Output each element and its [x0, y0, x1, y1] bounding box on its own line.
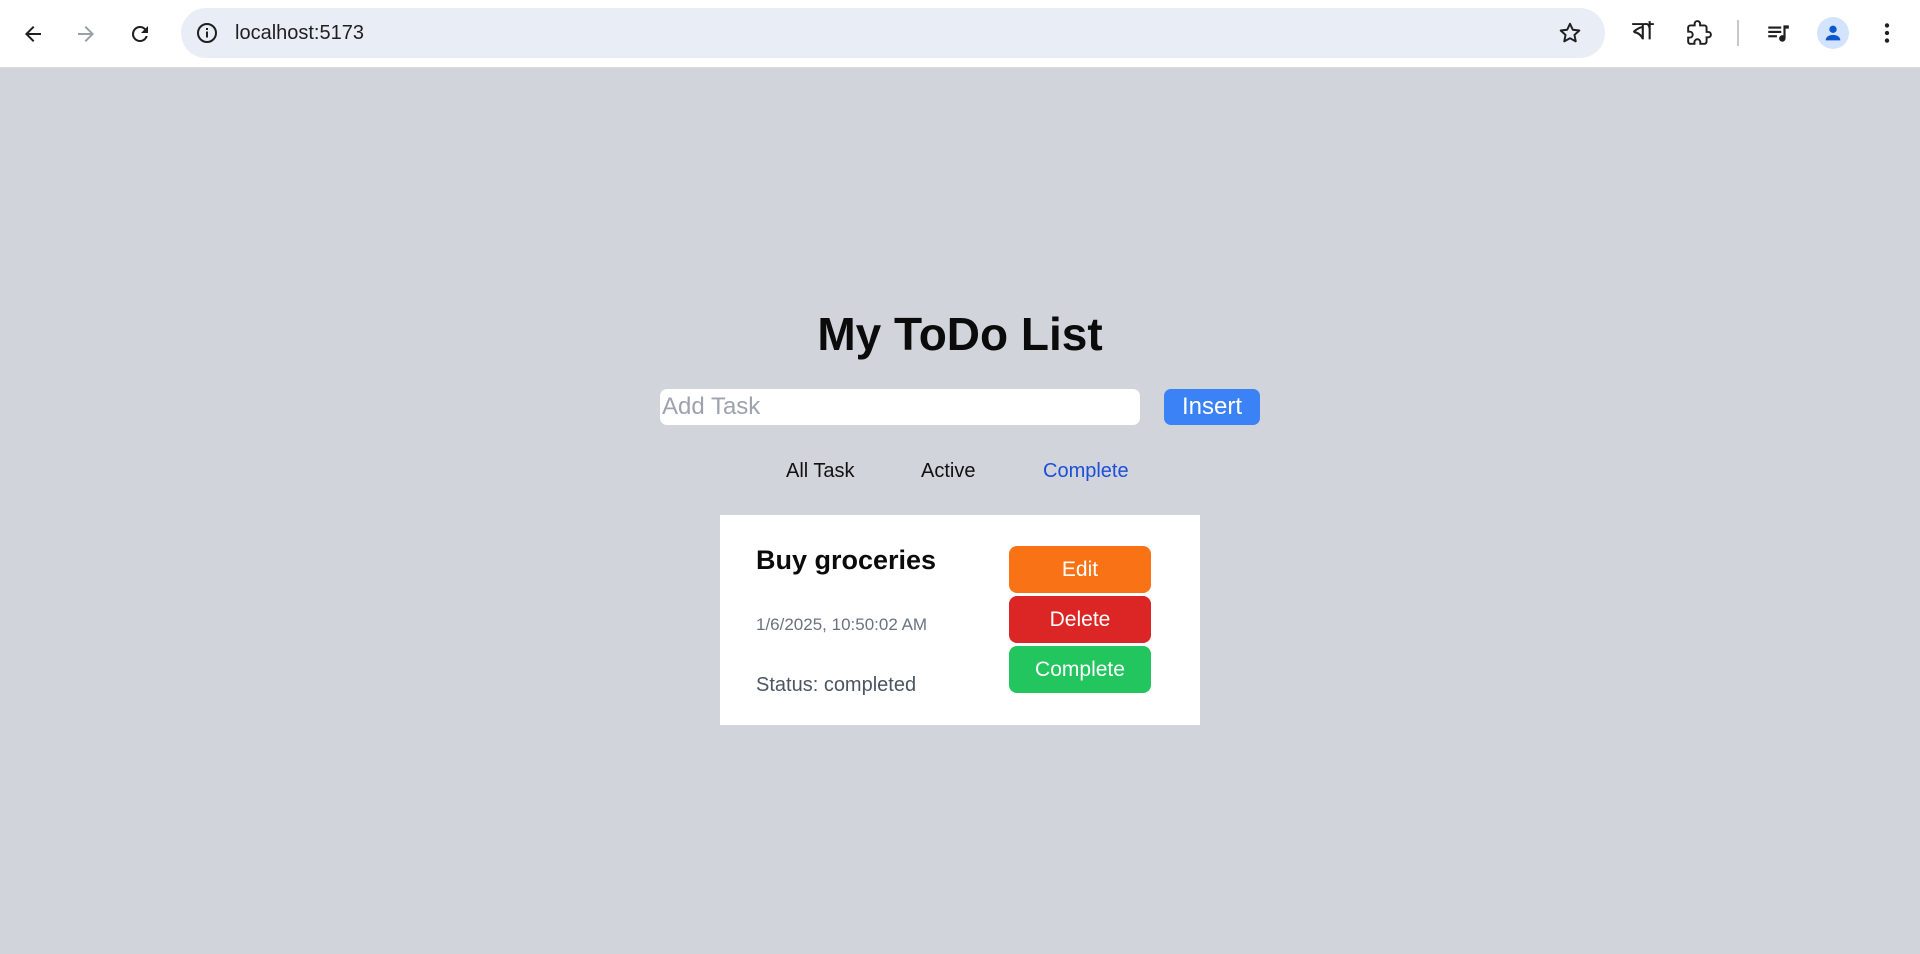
translate-button[interactable]: বা — [1626, 16, 1660, 50]
reload-icon — [131, 25, 148, 42]
media-button[interactable] — [1761, 16, 1795, 50]
arrow-left-icon — [25, 26, 41, 42]
filter-active[interactable]: Active — [921, 458, 975, 484]
person-icon — [1825, 25, 1841, 41]
browser-toolbar: localhost:5173 বা — [0, 0, 1920, 68]
profile-avatar[interactable] — [1817, 17, 1849, 49]
puzzle-icon — [1687, 20, 1712, 45]
menu-button[interactable] — [1870, 16, 1904, 50]
delete-button[interactable]: Delete — [1009, 596, 1151, 643]
address-bar[interactable]: localhost:5173 — [181, 8, 1605, 58]
star-icon[interactable] — [1557, 20, 1583, 46]
task-title: Buy groceries — [756, 545, 937, 575]
url-text[interactable]: localhost:5173 — [235, 22, 364, 45]
back-button[interactable] — [16, 17, 50, 51]
toolbar-divider — [1737, 20, 1739, 46]
more-vert-icon — [1884, 23, 1890, 43]
edit-button[interactable]: Edit — [1009, 546, 1151, 593]
forward-button[interactable] — [69, 17, 103, 51]
page-title: My ToDo List — [817, 308, 1103, 360]
filter-all-task[interactable]: All Task — [786, 458, 855, 484]
extensions-button[interactable] — [1682, 16, 1716, 50]
complete-button[interactable]: Complete — [1009, 646, 1151, 693]
task-date: 1/6/2025, 10:50:02 AM — [756, 615, 928, 634]
insert-button[interactable]: Insert — [1164, 389, 1260, 425]
playlist-icon — [1768, 25, 1789, 42]
task-card: Buy groceries 1/6/2025, 10:50:02 AM Stat… — [720, 515, 1200, 725]
filter-complete[interactable]: Complete — [1043, 458, 1129, 484]
reload-button[interactable] — [123, 17, 157, 51]
task-status: Status: completed — [756, 674, 917, 696]
add-task-input[interactable] — [660, 389, 1140, 425]
info-icon[interactable] — [195, 21, 219, 45]
translate-icon: বা — [1632, 17, 1654, 45]
arrow-right-icon — [78, 26, 94, 42]
